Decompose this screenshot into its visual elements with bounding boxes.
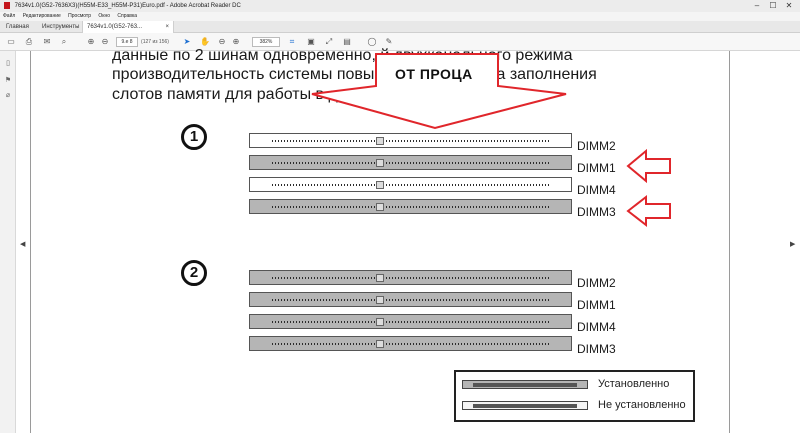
doc-text-line-3: слотов памяти для работы в двухк <box>112 86 369 103</box>
select-icon[interactable]: ➤ <box>182 37 192 47</box>
pages-icon[interactable]: ▯ <box>4 59 12 68</box>
acrobat-window: 7634v1.0(G52-7636X3)(H55M-E33_H55M-P31)E… <box>0 0 800 433</box>
callout-label: ОТ ПРОЦА <box>395 66 473 82</box>
page-edge-right <box>729 51 730 433</box>
config-1-slot-dimm2 <box>249 133 572 148</box>
legend-box: Установленно Не установленно <box>454 370 695 422</box>
doc-text-line-1: данные по 2 шинам одновременно, й двухка… <box>112 47 573 64</box>
slot-pins <box>272 277 549 279</box>
config-1-label-dimm2: DIMM2 <box>577 139 616 153</box>
doc-text-line-2: производительность системы повыш едены п… <box>112 66 597 83</box>
page-count: (127 из 156) <box>141 39 169 45</box>
page-up-icon[interactable]: ⊕ <box>86 37 96 47</box>
slot-key <box>376 159 384 167</box>
crop-icon[interactable]: ⌗ <box>287 37 297 47</box>
menu-item-file[interactable]: Файл <box>3 13 15 19</box>
arrow-dimm3-shape <box>626 194 671 228</box>
menu-item-help[interactable]: Справка <box>117 13 137 19</box>
legend-installed-label: Установленно <box>598 378 670 390</box>
minimize-button[interactable]: – <box>752 1 762 11</box>
pdf-app-icon <box>4 1 10 9</box>
slot-pins <box>272 206 549 208</box>
tab-document[interactable]: 7634v1.0(G52-763... × <box>82 21 174 33</box>
page-number-input[interactable]: 9.е 8 <box>116 37 138 47</box>
zoom-in-icon[interactable]: ⊕ <box>231 37 241 47</box>
page-edge-left <box>30 51 31 433</box>
config-2-label-dimm4: DIMM4 <box>577 320 616 334</box>
config-1-label-dimm3: DIMM3 <box>577 205 616 219</box>
menu-bar: Файл Редактирование Просмотр Окно Справк… <box>0 12 800 21</box>
tab-bar: Главная Инструменты 7634v1.0(G52-763... … <box>0 21 800 33</box>
legend-empty-label: Не установленно <box>598 399 686 411</box>
bookmark-icon[interactable]: ⚑ <box>4 76 12 85</box>
window-title: 7634v1.0(G52-7636X3)(H55M-E33_H55M-P31)E… <box>14 3 241 9</box>
slot-pins <box>272 343 549 345</box>
collapse-right-icon[interactable]: ▶ <box>790 240 795 248</box>
draw-icon[interactable]: ✎ <box>384 37 394 47</box>
save-icon[interactable]: ▭ <box>6 37 16 47</box>
config-1-number: 1 <box>181 124 207 150</box>
slot-key <box>376 203 384 211</box>
slot-pins <box>272 184 549 186</box>
slot-key <box>376 296 384 304</box>
config-1-slot-dimm1 <box>249 155 572 170</box>
slot-pins <box>272 321 549 323</box>
mail-icon[interactable]: ✉ <box>42 37 52 47</box>
tab-home[interactable]: Главная <box>2 21 33 33</box>
config-1-label-dimm1: DIMM1 <box>577 161 616 175</box>
config-2-label-dimm1: DIMM1 <box>577 298 616 312</box>
menu-item-window[interactable]: Окно <box>98 13 110 19</box>
legend-empty-swatch <box>462 401 588 410</box>
slot-key <box>376 137 384 145</box>
comment-icon[interactable]: ◯ <box>367 37 377 47</box>
menu-item-view[interactable]: Просмотр <box>68 13 91 19</box>
search-icon[interactable]: ⌕ <box>59 37 69 47</box>
hand-icon[interactable]: ✋ <box>200 37 210 47</box>
collapse-left-icon[interactable]: ◀ <box>20 240 25 248</box>
config-2-slot-dimm1 <box>249 292 572 307</box>
config-2-slot-dimm3 <box>249 336 572 351</box>
config-2-label-dimm3: DIMM3 <box>577 342 616 356</box>
slot-key <box>376 181 384 189</box>
slot-key <box>376 340 384 348</box>
highlight-icon[interactable]: ▤ <box>342 37 352 47</box>
fit-icon[interactable]: ▣ <box>306 37 316 47</box>
tab-close-icon[interactable]: × <box>165 21 169 33</box>
expand-icon[interactable]: ⤢ <box>324 37 334 47</box>
zoom-level-select[interactable]: 382% <box>252 37 280 47</box>
slot-pins <box>272 140 549 142</box>
config-1-slot-dimm3 <box>249 199 572 214</box>
tab-document-label: 7634v1.0(G52-763... <box>87 24 143 30</box>
config-2-label-dimm2: DIMM2 <box>577 276 616 290</box>
config-2-slot-dimm4 <box>249 314 572 329</box>
arrow-dimm1-shape <box>626 148 671 184</box>
config-2-number: 2 <box>181 260 207 286</box>
legend-installed-swatch <box>462 380 588 389</box>
slot-key <box>376 274 384 282</box>
maximize-button[interactable]: ☐ <box>768 1 778 11</box>
slot-key <box>376 318 384 326</box>
attachment-icon[interactable]: ⌀ <box>4 91 12 100</box>
config-1-label-dimm4: DIMM4 <box>577 183 616 197</box>
close-button[interactable]: ✕ <box>784 1 794 11</box>
slot-pins <box>272 162 549 164</box>
navigation-pane: ▯ ⚑ ⌀ <box>0 51 16 433</box>
menu-item-edit[interactable]: Редактирование <box>23 13 61 19</box>
print-icon[interactable]: ⎙ <box>24 37 34 47</box>
tab-tools[interactable]: Инструменты <box>38 21 83 33</box>
title-bar: 7634v1.0(G52-7636X3)(H55M-E33_H55M-P31)E… <box>0 0 800 12</box>
zoom-out-icon[interactable]: ⊖ <box>217 37 227 47</box>
slot-pins <box>272 299 549 301</box>
page-down-icon[interactable]: ⊖ <box>100 37 110 47</box>
config-2-slot-dimm2 <box>249 270 572 285</box>
config-1-slot-dimm4 <box>249 177 572 192</box>
